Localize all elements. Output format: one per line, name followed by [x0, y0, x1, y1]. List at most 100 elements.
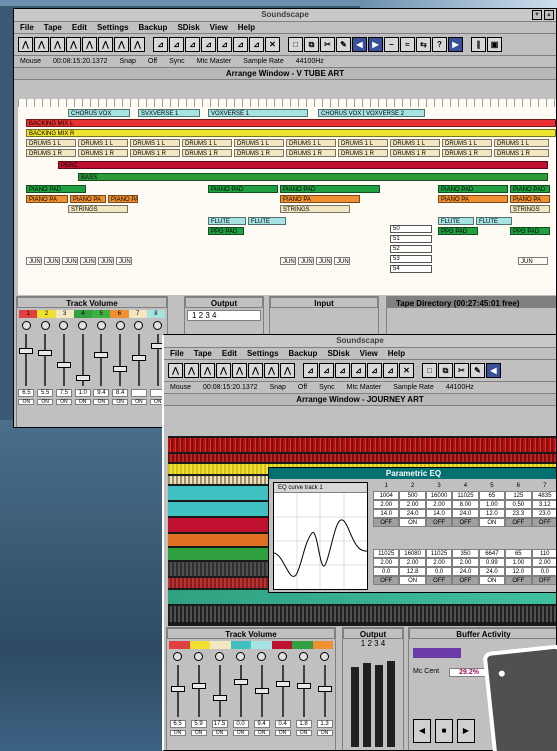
menu-edit[interactable]: Edit [222, 348, 237, 359]
audio-region[interactable]: STRINGS [68, 205, 128, 213]
copy-icon[interactable]: ⧉ [438, 363, 453, 378]
pan-knob[interactable] [320, 652, 329, 661]
eq-band-toggle[interactable]: OFF [505, 576, 532, 585]
menu-view[interactable]: View [360, 348, 378, 359]
fader-handle[interactable] [296, 683, 311, 689]
vocal-region[interactable]: CHORUS VOX [68, 109, 130, 117]
waveform-track[interactable] [168, 438, 556, 452]
eq-value[interactable]: 14.0 [425, 509, 453, 518]
fader-handle[interactable] [19, 348, 34, 354]
channel-on-button[interactable]: ON [253, 730, 270, 736]
tool-split-icon[interactable]: ⊿ [367, 363, 382, 378]
audio-region[interactable]: DRUMS 1 R [182, 149, 232, 157]
audio-region[interactable]: DRUMS 1 L [338, 139, 388, 147]
audio-region[interactable]: PIANO PA [438, 195, 508, 203]
eq-band-toggle[interactable]: OFF [531, 518, 556, 527]
eq-value[interactable]: 2.00 [373, 558, 400, 567]
audio-region[interactable]: FLUTE [248, 217, 286, 225]
eq-value[interactable]: 2.00 [399, 558, 426, 567]
rewind-icon[interactable]: ◀ [352, 37, 367, 52]
vocal-region[interactable]: VOXVERSE 2 [363, 109, 425, 117]
audio-region[interactable]: PERC [58, 161, 548, 169]
pan-knob[interactable] [115, 321, 125, 330]
audio-region[interactable]: DRUMS 1 R [78, 149, 128, 157]
tool-split-icon[interactable]: ⊿ [319, 363, 334, 378]
audio-region[interactable]: PIANO PA [108, 195, 138, 203]
audio-region[interactable]: JUN [80, 257, 96, 265]
pan-knob[interactable] [96, 321, 106, 330]
fader-handle[interactable] [131, 355, 146, 361]
eq-value[interactable]: 2.00 [373, 500, 400, 509]
scissors-icon[interactable]: ✂ [454, 363, 469, 378]
waveform-track[interactable] [168, 454, 556, 462]
volume-fader[interactable] [317, 665, 332, 717]
eq-curve-graph[interactable] [273, 493, 368, 589]
fader-handle[interactable] [275, 681, 290, 687]
eq-value[interactable]: 0.99 [478, 558, 506, 567]
channel-on-button[interactable]: ON [232, 730, 249, 736]
menu-tape[interactable]: Tape [194, 348, 212, 359]
audio-region[interactable]: PIANO PA [510, 195, 550, 203]
eq-value[interactable]: 6647 [478, 549, 506, 558]
pan-knob[interactable] [134, 321, 144, 330]
audio-region[interactable]: DRUMS 1 R [286, 149, 336, 157]
tool-split-icon[interactable]: ⊿ [249, 37, 264, 52]
channel-swatch[interactable]: 2 [37, 310, 56, 318]
channel-on-button[interactable]: ON [112, 399, 129, 405]
audio-region[interactable]: PIANO PA [26, 195, 68, 203]
fader-handle[interactable] [191, 683, 206, 689]
copy-icon[interactable]: ⧉ [304, 37, 319, 52]
volume-fader[interactable] [254, 665, 269, 717]
audio-region[interactable]: PPG PAD [438, 227, 478, 235]
rate-value[interactable]: 44100Hz [296, 56, 324, 67]
fader-handle[interactable] [317, 686, 332, 692]
loop-icon[interactable]: ⇆ [416, 37, 431, 52]
volume-fader[interactable] [296, 665, 311, 717]
tool-cut-icon[interactable]: ⋀ [264, 363, 279, 378]
pan-knob[interactable] [299, 652, 308, 661]
waveform-track[interactable] [168, 606, 556, 622]
audio-region[interactable]: JUN [44, 257, 60, 265]
audio-region[interactable]: PPG PAD [510, 227, 550, 235]
eq-band-toggle[interactable]: ON [399, 518, 426, 527]
tool-cut-icon[interactable]: ⋀ [168, 363, 183, 378]
fader-handle[interactable] [212, 695, 227, 701]
fader-handle[interactable] [113, 366, 128, 372]
window-titlebar[interactable]: Soundscape [164, 335, 556, 348]
channel-swatch[interactable] [312, 641, 333, 649]
eq-value[interactable]: 12.0 [478, 509, 506, 518]
tool-cut-icon[interactable]: ⋀ [50, 37, 65, 52]
audio-region[interactable]: PIANO PAD [510, 185, 550, 193]
window-icon[interactable]: □ [288, 37, 303, 52]
eq-value[interactable]: 14.0 [373, 509, 400, 518]
tool-cut-icon[interactable]: ⋀ [34, 37, 49, 52]
eq-value[interactable]: 8.00 [452, 500, 479, 509]
channel-on-button[interactable]: ON [130, 399, 147, 405]
eq-value[interactable]: 11025 [452, 491, 479, 500]
eq-value[interactable]: 1.00 [478, 500, 506, 509]
volume-fader[interactable] [191, 665, 206, 717]
channel-swatch[interactable] [169, 641, 190, 649]
eq-value[interactable]: 24.0 [452, 509, 479, 518]
pan-knob[interactable] [21, 321, 31, 330]
tool-split-icon[interactable]: ⊿ [201, 37, 216, 52]
sync-value[interactable]: Mtc Master [197, 56, 232, 67]
audio-region[interactable]: BASS [78, 173, 548, 181]
vocal-region[interactable]: SVXVERSE 1 [138, 109, 200, 117]
pan-knob[interactable] [278, 652, 287, 661]
channel-on-button[interactable]: ON [18, 399, 35, 405]
record-icon[interactable]: ▣ [487, 37, 502, 52]
audio-region[interactable]: DRUMS 1 L [442, 139, 492, 147]
channel-on-button[interactable]: ON [37, 399, 54, 405]
menu-help[interactable]: Help [238, 22, 255, 33]
snap-value[interactable]: Off [298, 382, 307, 393]
channel-on-button[interactable]: ON [211, 730, 228, 736]
marker-box[interactable]: 50 [390, 225, 432, 233]
eq-value[interactable]: 1.00 [505, 558, 532, 567]
audio-region[interactable]: STRINGS [510, 205, 550, 213]
fader-handle[interactable] [56, 362, 71, 368]
volume-fader[interactable] [19, 334, 34, 386]
help-icon[interactable]: ? [432, 37, 447, 52]
channel-swatch[interactable]: 6 [110, 310, 129, 318]
channel-on-button[interactable]: ON [55, 399, 72, 405]
